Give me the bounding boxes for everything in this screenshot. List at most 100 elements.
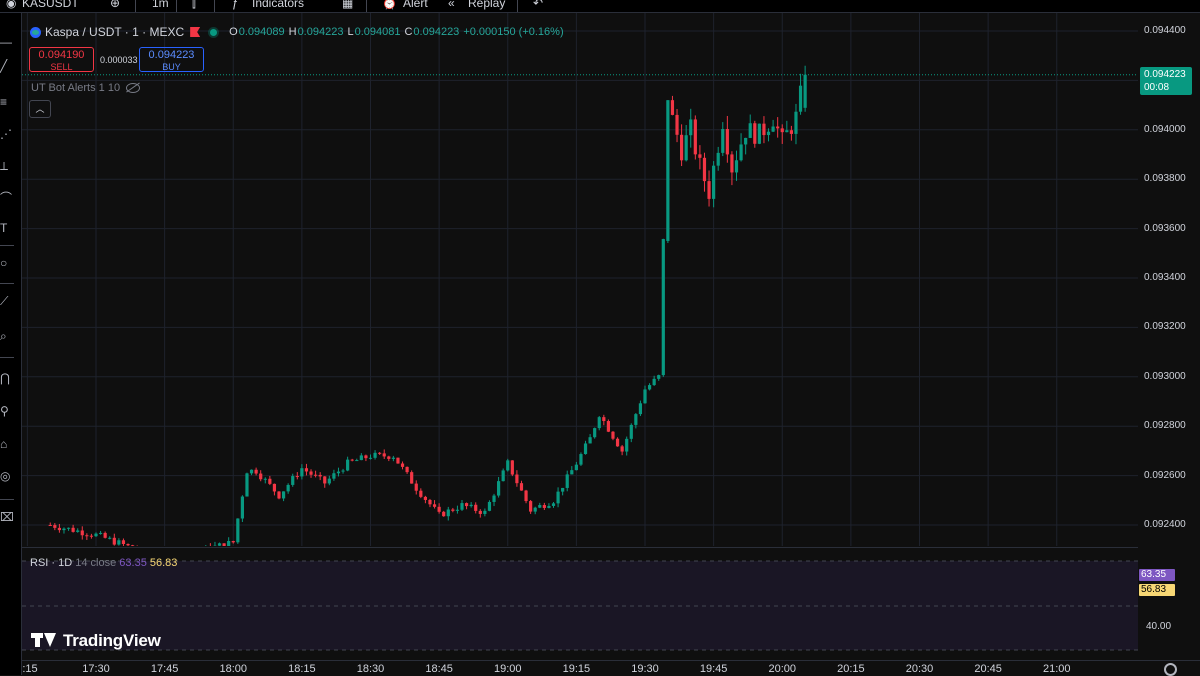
candle-down: [309, 471, 312, 474]
zoom-icon[interactable]: ⌕: [0, 329, 20, 343]
price-axis-label: 0.093000: [1144, 371, 1200, 382]
candle-up: [584, 443, 587, 454]
candle-down: [790, 130, 793, 134]
candle-up: [360, 455, 363, 460]
candle-up: [483, 511, 486, 514]
close-key: C: [404, 26, 412, 38]
price-axis-label: 0.094000: [1144, 124, 1200, 135]
rsi-pane[interactable]: RSI · 1D 14 close 63.35 56.83: [22, 547, 1138, 661]
pattern-icon[interactable]: ⋰: [0, 127, 20, 141]
candle-down: [602, 417, 605, 421]
candle-up: [639, 403, 642, 414]
hide-drawings-icon[interactable]: ◎: [0, 469, 20, 483]
candle-up: [241, 497, 244, 519]
buy-button[interactable]: 0.094223 BUY: [139, 47, 204, 72]
candle-up: [767, 132, 770, 135]
symbol-title[interactable]: Kaspa / USDT · 1 · MEXC: [45, 25, 184, 39]
candle-up: [94, 534, 97, 537]
candle-down: [433, 504, 436, 507]
price-axis-label: 0.093800: [1144, 173, 1200, 184]
candle-down: [730, 154, 733, 172]
candle-down: [122, 540, 125, 544]
candle-down: [383, 453, 386, 456]
trend-line-icon[interactable]: ╱: [0, 59, 20, 73]
emoji-icon[interactable]: ○: [0, 256, 20, 270]
candle-down: [607, 421, 610, 432]
candle-up: [236, 518, 239, 542]
candle-down: [529, 501, 532, 512]
toolbar-divider: [0, 245, 14, 246]
undo-icon[interactable]: ↶: [533, 0, 543, 10]
ruler-icon[interactable]: ⟋: [0, 294, 20, 308]
candle-up: [648, 385, 651, 389]
candle-up: [772, 127, 775, 132]
cursor-icon[interactable]: —: [0, 35, 20, 49]
gear-icon[interactable]: [1164, 663, 1177, 676]
time-axis[interactable]: :1517:3017:4518:0018:1518:3018:4519:0019…: [22, 660, 1200, 676]
candle-up: [630, 425, 633, 439]
indicators-button[interactable]: Indicators: [252, 0, 304, 10]
candle-down: [232, 541, 235, 542]
market-status-icon[interactable]: [210, 29, 217, 36]
compare-icon[interactable]: ⊕: [110, 0, 120, 10]
templates-icon[interactable]: ▦: [342, 0, 353, 10]
replay-button[interactable]: Replay: [468, 0, 505, 10]
buy-price: 0.094223: [140, 49, 203, 61]
text-icon[interactable]: T: [0, 221, 20, 235]
low-value: 0.094081: [355, 26, 401, 38]
fib-icon[interactable]: ≡: [0, 95, 20, 109]
collapse-legend-button[interactable]: ︿: [29, 100, 51, 118]
tradingview-watermark[interactable]: TradingView: [31, 631, 161, 651]
interval-button[interactable]: 1m: [152, 0, 169, 10]
candle-up: [556, 492, 559, 504]
price-chart[interactable]: Kaspa / USDT · 1 · MEXC O0.094089 H0.094…: [22, 13, 1138, 546]
symbol-search-icon[interactable]: ◉: [6, 0, 16, 10]
candle-down: [419, 491, 422, 497]
time-axis-label: 18:00: [219, 663, 247, 675]
last-price-tag: 0.094223 00:08: [1140, 67, 1192, 95]
candle-up: [332, 473, 335, 478]
candle-up: [62, 529, 65, 530]
candle-up: [662, 239, 665, 375]
candle-up: [392, 458, 395, 459]
candle-down: [305, 468, 308, 471]
sell-label: SELL: [30, 61, 93, 73]
candle-down: [277, 491, 280, 498]
rsi-legend[interactable]: RSI · 1D 14 close 63.35 56.83: [30, 557, 177, 569]
magnet-icon[interactable]: ⋂: [0, 371, 20, 385]
projection-icon[interactable]: ⟂: [0, 159, 20, 173]
candle-up: [712, 166, 715, 199]
flag-icon[interactable]: [190, 27, 200, 37]
candle-up: [634, 414, 637, 425]
change-value: +0.000150 (+0.16%): [463, 26, 563, 38]
alert-button[interactable]: Alert: [403, 0, 428, 10]
candle-down: [671, 100, 674, 115]
symbol-button[interactable]: KASUSDT: [22, 0, 79, 10]
trash-icon[interactable]: ⌧: [0, 510, 20, 524]
candle-up: [575, 465, 578, 470]
candle-down: [675, 115, 678, 135]
candle-down: [273, 484, 276, 492]
lock-icon[interactable]: ⌂: [0, 437, 20, 451]
candlestick-chart[interactable]: [22, 13, 1138, 546]
sell-button[interactable]: 0.094190 SELL: [29, 47, 94, 72]
candle-up: [369, 458, 372, 459]
price-axis[interactable]: 0.0944000.0940000.0938000.0936000.093400…: [1138, 13, 1200, 660]
replay-icon[interactable]: «: [448, 0, 455, 10]
lock-drawings-icon[interactable]: ⚲: [0, 404, 20, 418]
candle-type-icon[interactable]: ⫿: [192, 0, 196, 11]
hide-eye-icon[interactable]: [126, 83, 140, 93]
candle-up: [117, 540, 120, 544]
candle-up: [76, 530, 79, 531]
candle-up: [739, 144, 742, 160]
alert-icon[interactable]: ⏰: [382, 0, 397, 10]
candle-up: [593, 428, 596, 437]
rsi-band-background: [22, 561, 1138, 650]
candle-up: [218, 543, 221, 545]
time-axis-label: 20:30: [906, 663, 934, 675]
indicators-icon[interactable]: ƒ: [232, 0, 239, 10]
brush-icon[interactable]: ⌒: [0, 191, 20, 205]
candle-up: [328, 479, 331, 484]
indicator-legend[interactable]: UT Bot Alerts 1 10: [31, 82, 140, 94]
candle-up: [570, 470, 573, 474]
